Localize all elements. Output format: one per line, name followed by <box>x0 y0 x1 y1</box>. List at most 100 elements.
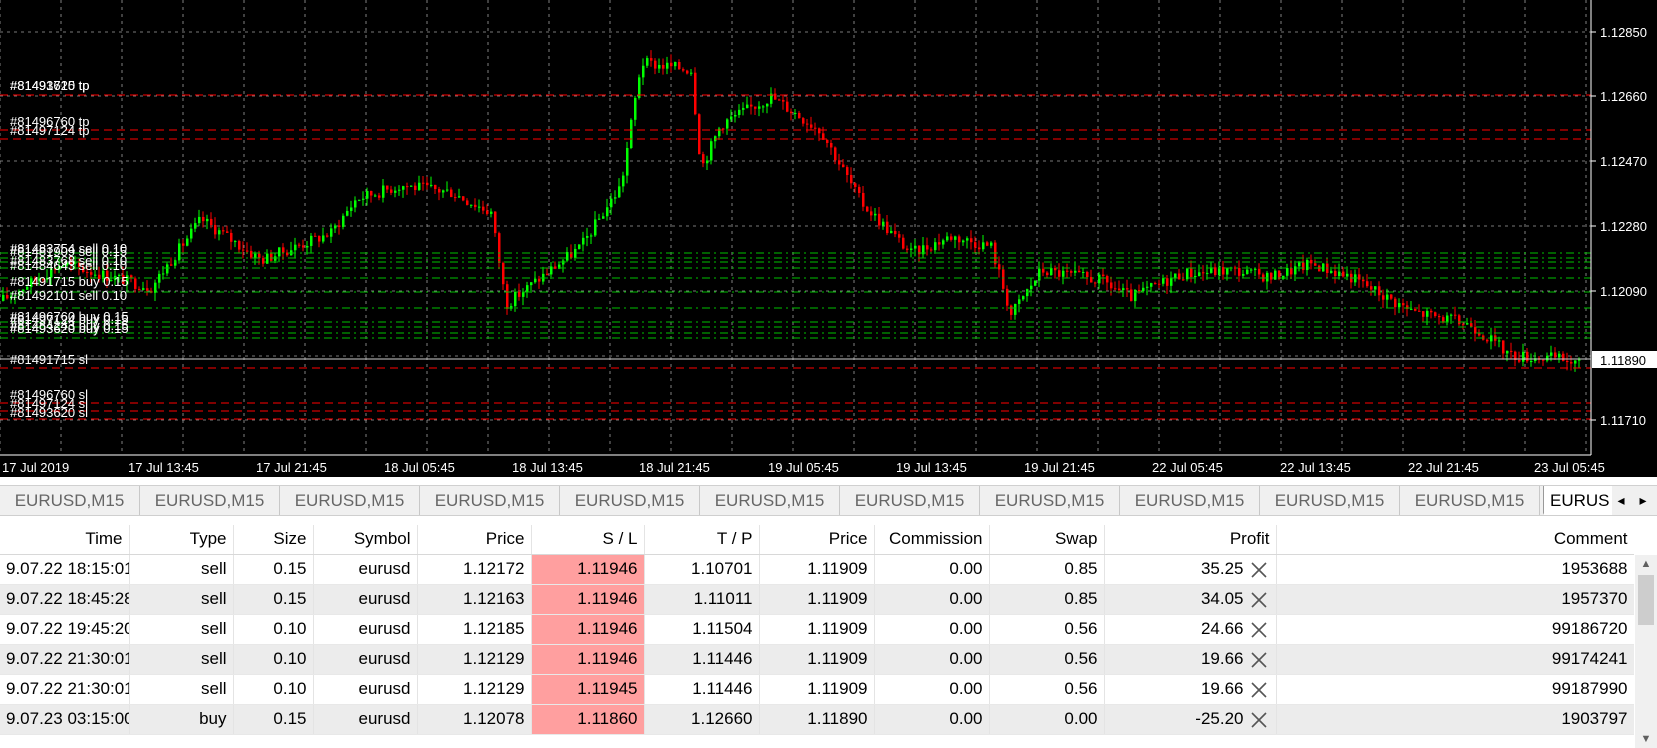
cell-tp[interactable]: 1.11446 <box>644 674 760 705</box>
price-chart[interactable]: #81491715 tp #81493620 tp #81496760 tp #… <box>0 0 1657 477</box>
candle-body <box>1274 270 1277 280</box>
candle-body <box>1062 270 1065 277</box>
profit-value: 34.05 <box>1200 589 1244 608</box>
close-icon[interactable] <box>1250 621 1268 639</box>
candle-body <box>702 154 705 164</box>
candle-body <box>1150 283 1153 287</box>
candle-body <box>1414 308 1417 311</box>
column-header-symbol[interactable]: Symbol <box>313 525 418 555</box>
cell-commission: 0.00 <box>874 644 990 675</box>
close-icon[interactable] <box>1250 561 1268 579</box>
column-header-price[interactable]: Price <box>417 525 532 555</box>
tab-chart[interactable]: EURUSD,M15 <box>280 486 420 515</box>
cell-type: buy <box>129 704 234 735</box>
table-row[interactable]: 9.07.23 03:15:00 buy 0.15 eurusd 1.12078… <box>0 704 1634 735</box>
candle-body <box>1022 296 1025 300</box>
candle-body <box>1374 286 1377 290</box>
candle-body <box>838 160 841 165</box>
tab-chart-active[interactable]: EURUS <box>1543 486 1613 515</box>
order-label-tp[interactable]: #81497124 tp <box>10 123 90 138</box>
tab-scroll-left-icon[interactable]: ◂ <box>1612 486 1630 515</box>
table-row[interactable]: 9.07.22 21:30:01 sell 0.10 eurusd 1.1212… <box>0 674 1634 705</box>
cell-sl[interactable]: 1.11860 <box>531 704 645 735</box>
cell-time: 9.07.22 18:45:28 <box>0 584 130 615</box>
candle-body <box>314 235 317 237</box>
candle-body <box>1394 298 1397 308</box>
tab-chart[interactable]: EURUSD,M15 <box>700 486 840 515</box>
candle-body <box>518 291 521 297</box>
cell-sl[interactable]: 1.11945 <box>531 674 645 705</box>
cell-tp[interactable]: 1.11011 <box>644 584 760 615</box>
column-header-profit[interactable]: Profit <box>1104 525 1277 555</box>
close-icon[interactable] <box>1250 681 1268 699</box>
candle-body <box>474 204 477 208</box>
tab-scroll-right-icon[interactable]: ▸ <box>1634 486 1652 515</box>
candle-body <box>1170 278 1173 286</box>
candle-body <box>390 189 393 193</box>
column-header-size[interactable]: Size <box>233 525 314 555</box>
candle-body <box>198 216 201 224</box>
chart-canvas[interactable]: #81491715 tp #81493620 tp #81496760 tp #… <box>0 0 1657 477</box>
cell-tp[interactable]: 1.12660 <box>644 704 760 735</box>
cell-type: sell <box>129 584 234 615</box>
cell-sl[interactable]: 1.11946 <box>531 554 645 585</box>
cell-tp[interactable]: 1.11504 <box>644 614 760 645</box>
table-row[interactable]: 9.07.22 21:30:01 sell 0.10 eurusd 1.1212… <box>0 644 1634 675</box>
cell-comment: 1953688 <box>1276 554 1634 585</box>
tab-chart[interactable]: EURUSD,M15 <box>1260 486 1400 515</box>
column-header-comment[interactable]: Comment <box>1276 525 1634 555</box>
tab-chart[interactable]: EURUSD,M15 <box>1400 486 1540 515</box>
cell-sl[interactable]: 1.11946 <box>531 584 645 615</box>
column-header-time[interactable]: Time <box>0 525 130 555</box>
tab-chart[interactable]: EURUSD,M15 <box>0 486 140 515</box>
table-row[interactable]: 9.07.22 19:45:20 sell 0.10 eurusd 1.1218… <box>0 614 1634 645</box>
table-scrollbar[interactable]: ▲ ▼ <box>1635 555 1657 748</box>
tab-chart[interactable]: EURUSD,M15 <box>840 486 980 515</box>
table-row[interactable]: 9.07.22 18:45:28 sell 0.15 eurusd 1.1216… <box>0 584 1634 615</box>
tab-chart[interactable]: EURUSD,M15 <box>560 486 700 515</box>
candle-body <box>686 70 689 74</box>
tab-chart[interactable]: EURUSD,M15 <box>1120 486 1260 515</box>
candle-body <box>374 195 377 197</box>
column-header-current-price[interactable]: Price <box>759 525 875 555</box>
cell-sl[interactable]: 1.11946 <box>531 644 645 675</box>
column-header-type[interactable]: Type <box>129 525 234 555</box>
candle-body <box>218 230 221 235</box>
tab-chart[interactable]: EURUSD,M15 <box>980 486 1120 515</box>
cell-current-price: 1.11909 <box>759 554 875 585</box>
candle-body <box>1142 287 1145 292</box>
candle-body <box>1106 275 1109 283</box>
scroll-up-icon[interactable]: ▲ <box>1635 555 1657 573</box>
close-icon[interactable] <box>1250 651 1268 669</box>
column-header-sl[interactable]: S / L <box>531 525 645 555</box>
cell-profit: -25.20 <box>1104 704 1277 735</box>
scroll-down-icon[interactable]: ▼ <box>1635 730 1657 748</box>
tab-chart[interactable]: EURUSD,M15 <box>420 486 560 515</box>
order-label-tp[interactable]: #81493620 tp <box>10 78 90 93</box>
cell-tp[interactable]: 1.11446 <box>644 644 760 675</box>
candle-body <box>642 65 645 78</box>
cell-tp[interactable]: 1.10701 <box>644 554 760 585</box>
cell-size: 0.15 <box>233 584 314 615</box>
order-label-sell[interactable]: #81484643 sell 0.10 <box>10 258 127 273</box>
column-header-tp[interactable]: T / P <box>644 525 760 555</box>
candle-body <box>434 184 437 190</box>
order-label-sl[interactable]: #81493620 sl <box>10 405 88 420</box>
order-label-buy[interactable]: #81491715 buy 0.15 <box>10 274 129 289</box>
order-label-sell[interactable]: #81492101 sell 0.10 <box>10 288 127 303</box>
column-header-commission[interactable]: Commission <box>874 525 990 555</box>
scrollbar-thumb[interactable] <box>1638 575 1654 625</box>
cell-swap: 0.85 <box>989 584 1105 615</box>
order-label-buy[interactable]: #81493620 buy 0.15 <box>10 321 129 336</box>
table-row[interactable]: 9.07.22 18:15:01 sell 0.15 eurusd 1.1217… <box>0 554 1634 585</box>
close-icon[interactable] <box>1250 591 1268 609</box>
tab-chart[interactable]: EURUSD,M15 <box>140 486 280 515</box>
price-axis[interactable] <box>1591 0 1657 477</box>
candle-body <box>1130 289 1133 302</box>
column-header-swap[interactable]: Swap <box>989 525 1105 555</box>
close-icon[interactable] <box>1250 711 1268 729</box>
cell-sl[interactable]: 1.11946 <box>531 614 645 645</box>
candle-body <box>1010 305 1013 315</box>
candle-body <box>1318 265 1321 272</box>
candle-body <box>706 160 709 164</box>
